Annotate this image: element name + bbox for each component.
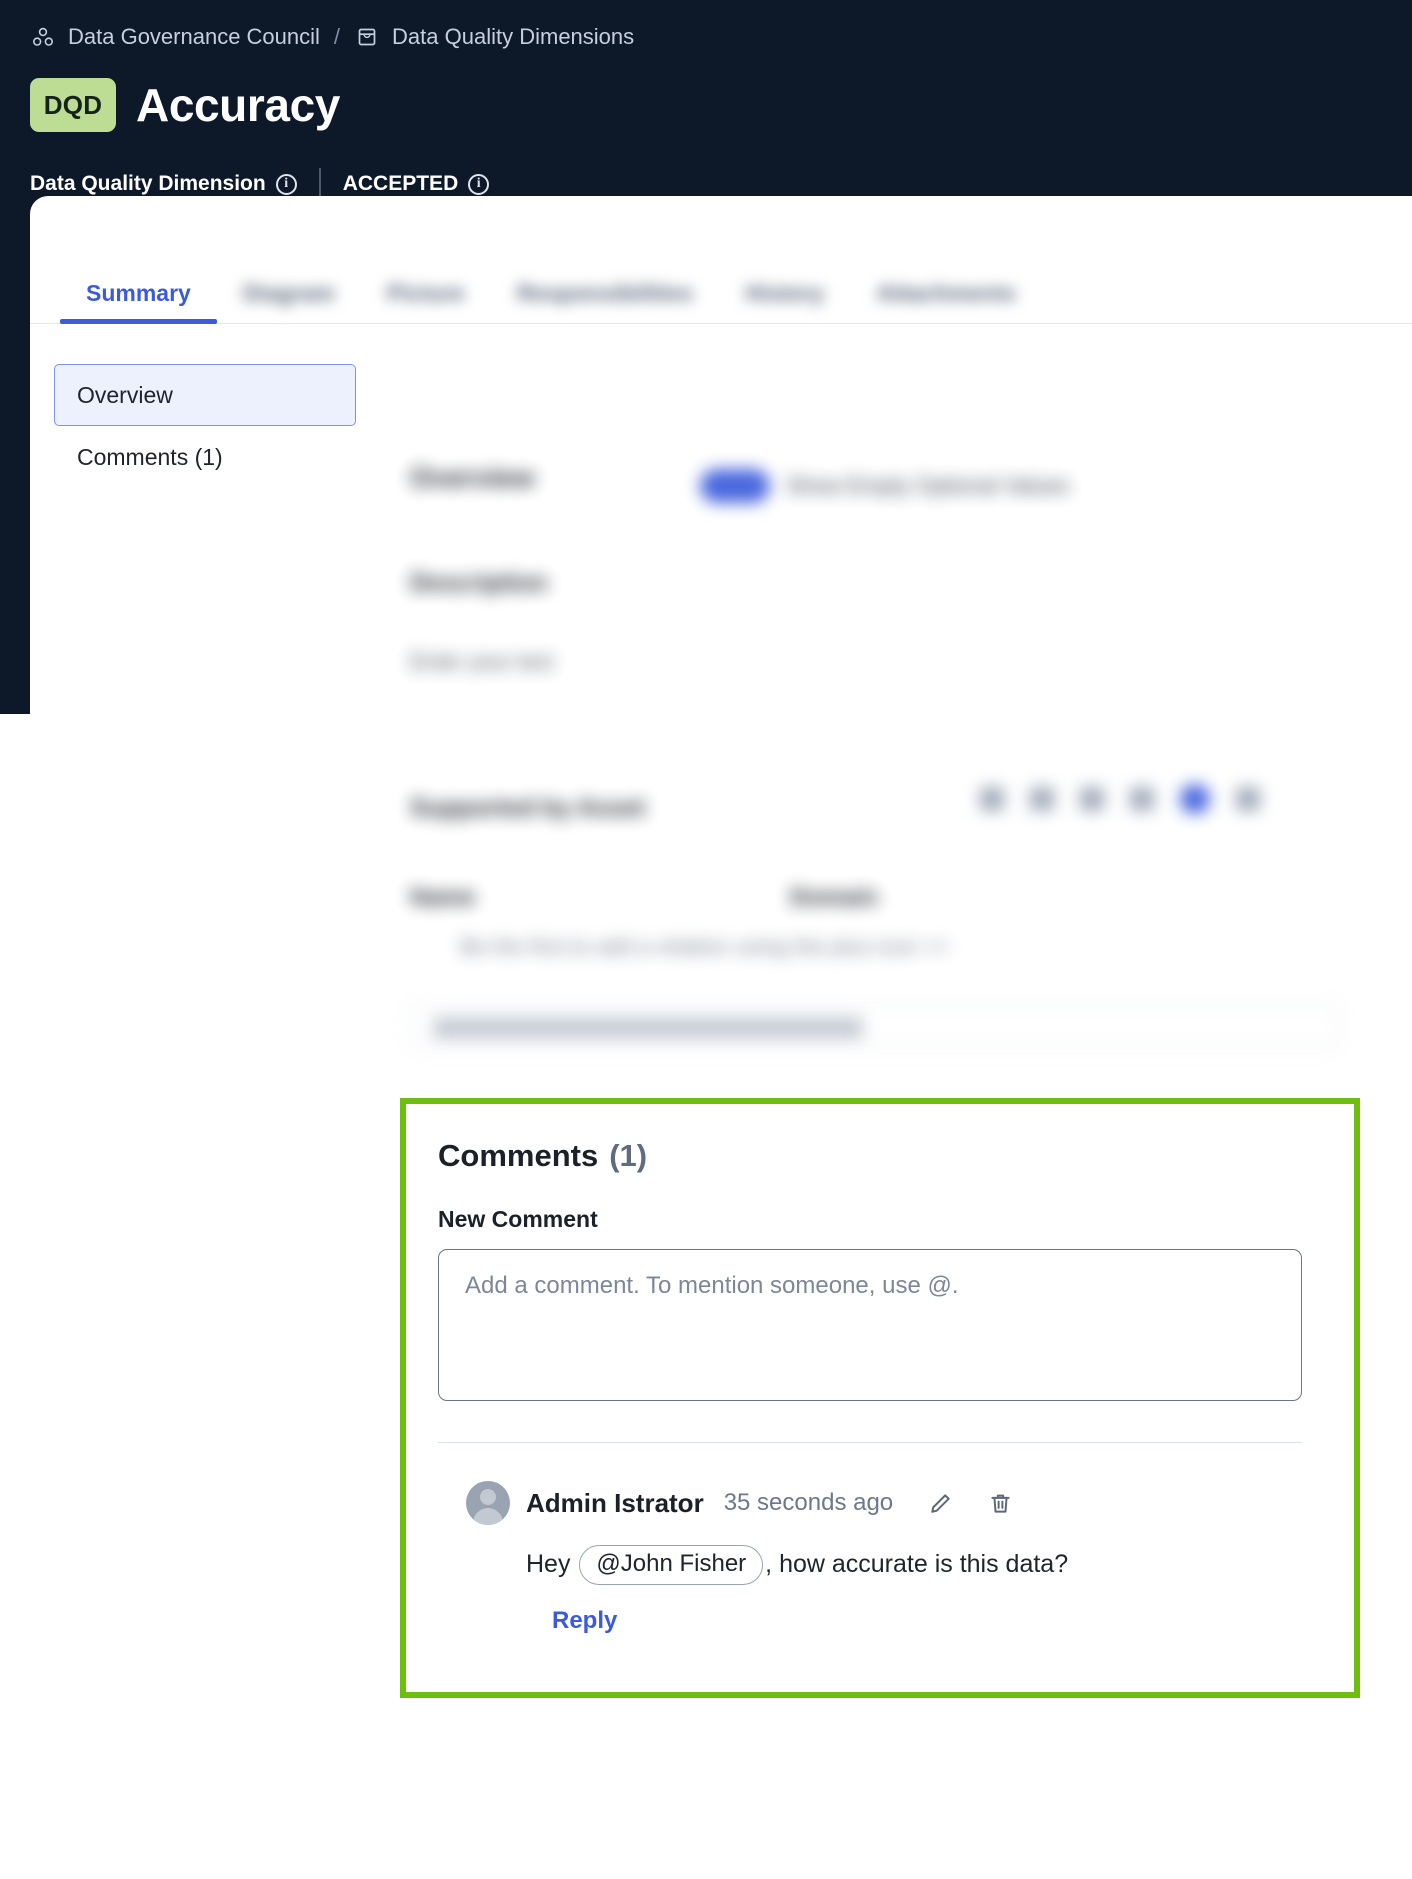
sidebar-item-comments[interactable]: Comments (1) bbox=[54, 426, 356, 488]
description-value: Enter your text bbox=[410, 649, 554, 674]
supported-by-label: Supported by Asset bbox=[410, 794, 646, 822]
comment-item: Admin Istrator 35 seconds ago Hey @John … bbox=[438, 1481, 1322, 1635]
column-header-domain: Domain bbox=[790, 884, 879, 911]
breadcrumb-item-community[interactable]: Data Governance Council bbox=[68, 24, 320, 50]
asset-type-badge: DQD bbox=[30, 78, 116, 132]
breadcrumb-separator: / bbox=[333, 24, 341, 49]
toolbar-icon-3[interactable] bbox=[1080, 787, 1104, 811]
status-badge: ACCEPTED bbox=[342, 172, 459, 195]
toolbar-icon-5[interactable] bbox=[1236, 787, 1260, 811]
comments-count: (1) bbox=[609, 1138, 648, 1173]
tab-attachments[interactable]: Attachments bbox=[850, 280, 1041, 323]
pencil-icon[interactable] bbox=[927, 1490, 953, 1516]
page-title: Accuracy bbox=[136, 79, 340, 131]
show-empty-optional-values-toggle[interactable]: Show Empty Optional Values bbox=[700, 469, 1069, 503]
column-header-name: Name bbox=[410, 884, 476, 911]
comment-text-after: , how accurate is this data? bbox=[765, 1550, 1069, 1579]
asset-type-label-group: Data Quality Dimension i bbox=[30, 172, 297, 196]
page-root: Data Governance Council / Data Quality D… bbox=[0, 0, 1412, 1879]
comment-author: Admin Istrator bbox=[526, 1487, 704, 1518]
overview-heading: Overview bbox=[410, 462, 535, 493]
comment-text-before: Hey bbox=[526, 1550, 578, 1579]
new-comment-input[interactable] bbox=[438, 1249, 1302, 1401]
domain-icon bbox=[354, 24, 380, 50]
title-row: DQD Accuracy bbox=[30, 78, 340, 132]
search-input[interactable] bbox=[410, 1004, 1340, 1048]
tab-picture[interactable]: Picture bbox=[361, 280, 491, 323]
description-label: Description bbox=[410, 569, 548, 597]
status-badge-group: ACCEPTED i bbox=[343, 172, 490, 196]
info-icon[interactable]: i bbox=[275, 173, 297, 195]
tab-history[interactable]: History bbox=[719, 280, 850, 323]
comments-heading-text: Comments bbox=[438, 1138, 599, 1173]
tab-responsibilities[interactable]: Responsibilities bbox=[491, 280, 719, 323]
section-nav: Overview Comments (1) bbox=[30, 324, 380, 1879]
comment-timestamp: 35 seconds ago bbox=[723, 1489, 894, 1516]
new-comment-label: New Comment bbox=[438, 1206, 598, 1232]
empty-state-text: Be the first to add a relation using the… bbox=[460, 934, 950, 959]
overview-section-blurred: Overview Show Empty Optional Values Desc… bbox=[400, 324, 1360, 1094]
trash-icon[interactable] bbox=[987, 1490, 1013, 1516]
tab-diagram[interactable]: Diagram bbox=[217, 280, 361, 323]
comments-divider bbox=[438, 1442, 1302, 1443]
comment-header: Admin Istrator 35 seconds ago bbox=[466, 1481, 1322, 1525]
tab-summary[interactable]: Summary bbox=[60, 280, 217, 324]
content-card: Summary Diagram Picture Responsibilities… bbox=[30, 196, 1412, 1879]
comments-heading: Comments (1) bbox=[438, 1138, 1322, 1174]
toggle-label: Show Empty Optional Values bbox=[786, 473, 1070, 498]
asset-type-label: Data Quality Dimension bbox=[30, 172, 266, 195]
toggle-switch[interactable] bbox=[700, 469, 770, 503]
relation-toolbar[interactable] bbox=[980, 784, 1260, 814]
toolbar-icon-2[interactable] bbox=[1030, 787, 1054, 811]
tab-bar: Summary Diagram Picture Responsibilities… bbox=[30, 256, 1412, 324]
main-pane: Overview Show Empty Optional Values Desc… bbox=[380, 324, 1412, 1879]
mention-chip[interactable]: @John Fisher bbox=[579, 1545, 764, 1585]
comment-body: Hey @John Fisher , how accurate is this … bbox=[526, 1545, 1322, 1585]
reply-button[interactable]: Reply bbox=[552, 1607, 617, 1635]
toolbar-icon-1[interactable] bbox=[980, 787, 1004, 811]
info-icon[interactable]: i bbox=[468, 173, 490, 195]
sidebar-item-overview[interactable]: Overview bbox=[54, 364, 356, 426]
add-relation-button[interactable] bbox=[1180, 784, 1210, 814]
comments-panel: Comments (1) New Comment Admin Istrator … bbox=[400, 1098, 1360, 1698]
toolbar-icon-4[interactable] bbox=[1130, 787, 1154, 811]
search-input-value bbox=[433, 1017, 863, 1039]
avatar bbox=[466, 1481, 510, 1525]
breadcrumb-item-domain[interactable]: Data Quality Dimensions bbox=[392, 24, 634, 50]
body-split: Overview Comments (1) Overview Show Empt… bbox=[30, 324, 1412, 1879]
community-icon bbox=[30, 24, 56, 50]
breadcrumb: Data Governance Council / Data Quality D… bbox=[30, 24, 634, 50]
